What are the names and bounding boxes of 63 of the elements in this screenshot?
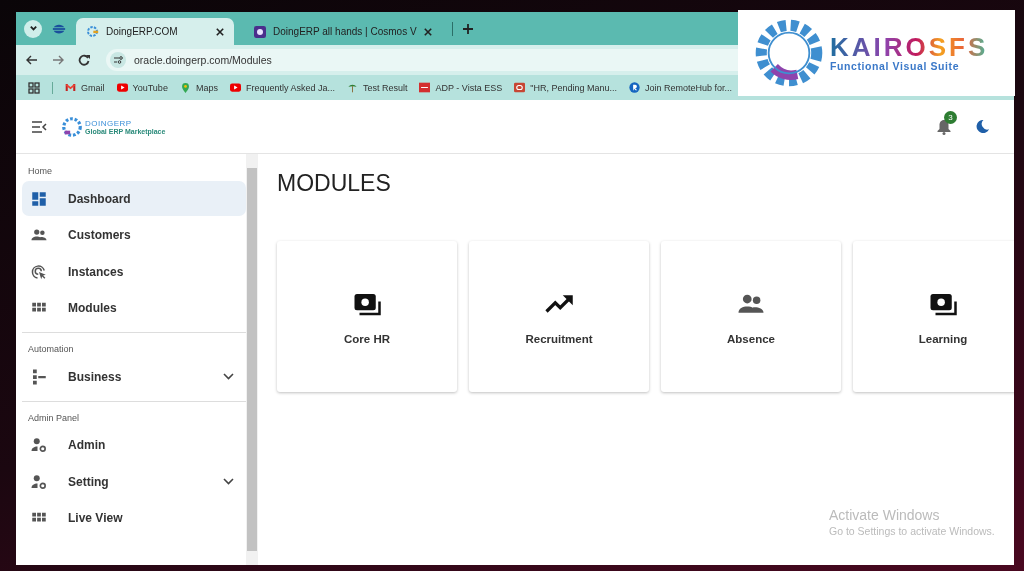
- sidebar-item[interactable]: Dashboard: [22, 181, 246, 216]
- bookmark[interactable]: Frequently Asked Ja...: [229, 82, 335, 93]
- page-title: MODULES: [277, 170, 392, 197]
- logo-wordmark: DOINGERP: [85, 118, 133, 128]
- target-icon: [30, 262, 48, 281]
- module-card[interactable]: Core HR: [277, 241, 457, 392]
- notification-badge: 3: [944, 110, 957, 124]
- brand-tagline: Functional Visual Suite: [830, 60, 961, 72]
- back-icon[interactable]: [26, 54, 38, 66]
- tab-search-button[interactable]: [24, 19, 42, 38]
- dashboard-icon: [30, 189, 48, 208]
- sidebar-item[interactable]: Modules: [22, 290, 246, 326]
- sidebar-item[interactable]: Live View: [22, 500, 246, 536]
- moon-icon[interactable]: [975, 119, 990, 134]
- apps-grid-icon[interactable]: [28, 81, 40, 94]
- sidebar-item[interactable]: Customers: [22, 217, 246, 253]
- scrollbar[interactable]: [246, 154, 258, 565]
- round-logo-icon: [628, 82, 640, 93]
- chevron-down-icon: [223, 373, 234, 380]
- gear-logo-icon: [61, 115, 83, 138]
- close-icon[interactable]: [216, 27, 224, 36]
- play-icon: [116, 82, 128, 93]
- bookmark[interactable]: ADP - Vista ESS: [419, 82, 503, 93]
- close-icon[interactable]: [423, 27, 432, 36]
- map-pin-icon: [179, 82, 191, 93]
- sidebar-item[interactable]: Business: [22, 359, 246, 394]
- bookmark[interactable]: Maps: [179, 82, 218, 93]
- bookmark[interactable]: YouTube: [116, 82, 168, 93]
- module-card[interactable]: Learning: [853, 241, 1014, 392]
- square-logo-icon: [514, 82, 526, 93]
- module-card[interactable]: Recruitment: [469, 241, 649, 392]
- bookmark[interactable]: Join RemoteHub for...: [628, 82, 732, 93]
- reload-icon[interactable]: [78, 54, 90, 66]
- menu-collapse-icon[interactable]: [32, 120, 47, 133]
- caret-icon: [28, 24, 38, 33]
- app-logo-icon: [254, 25, 266, 38]
- gear-logo-icon: [86, 25, 99, 38]
- user-gear-icon: [30, 472, 48, 491]
- sidebar-item[interactable]: Instances: [22, 254, 246, 289]
- forward-icon[interactable]: [52, 54, 64, 66]
- module-card[interactable]: Absence: [661, 241, 841, 392]
- browser-tab[interactable]: DoingERP all hands | Cosmos V: [244, 18, 442, 45]
- sidebar-item[interactable]: Setting: [22, 464, 246, 499]
- bell-icon[interactable]: [937, 118, 951, 135]
- hierarchy-icon: [30, 367, 48, 386]
- bookmark[interactable]: Test Result: [346, 82, 408, 93]
- bookmark[interactable]: "HR, Pending Manu...: [514, 82, 617, 93]
- mail-icon: [65, 82, 76, 93]
- leaf-icon: [346, 82, 358, 93]
- section-heading: Admin Panel: [27, 411, 81, 425]
- chevron-down-icon: [223, 478, 234, 485]
- bookmark[interactable]: Gmail: [65, 82, 105, 93]
- new-tab-icon[interactable]: [462, 23, 473, 34]
- browser-tab[interactable]: DoingERP.COM: [76, 18, 234, 45]
- square-logo-icon: [419, 82, 431, 93]
- site-settings-icon: [110, 52, 126, 68]
- section-heading: Home: [27, 165, 53, 178]
- play-icon: [229, 82, 241, 93]
- activation-message: Go to Settings to activate Windows.: [829, 525, 995, 537]
- section-heading: Automation: [27, 343, 75, 356]
- sidebar-item[interactable]: Admin: [22, 427, 246, 463]
- user-gear-icon: [30, 436, 48, 454]
- activation-title: Activate Windows: [829, 507, 941, 523]
